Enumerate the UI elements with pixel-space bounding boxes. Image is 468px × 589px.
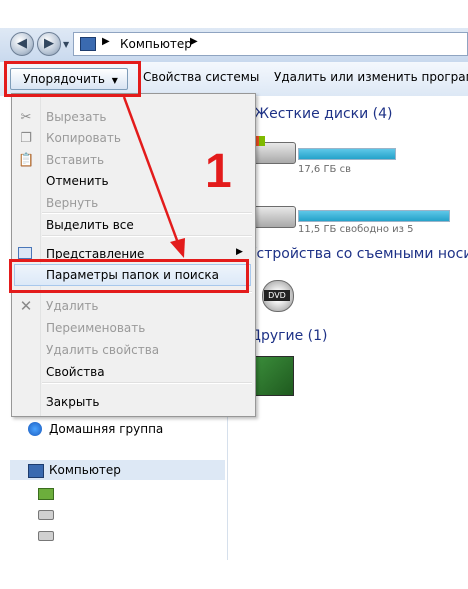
- annotation-arrow: [122, 96, 185, 258]
- window-bottom: [0, 560, 468, 589]
